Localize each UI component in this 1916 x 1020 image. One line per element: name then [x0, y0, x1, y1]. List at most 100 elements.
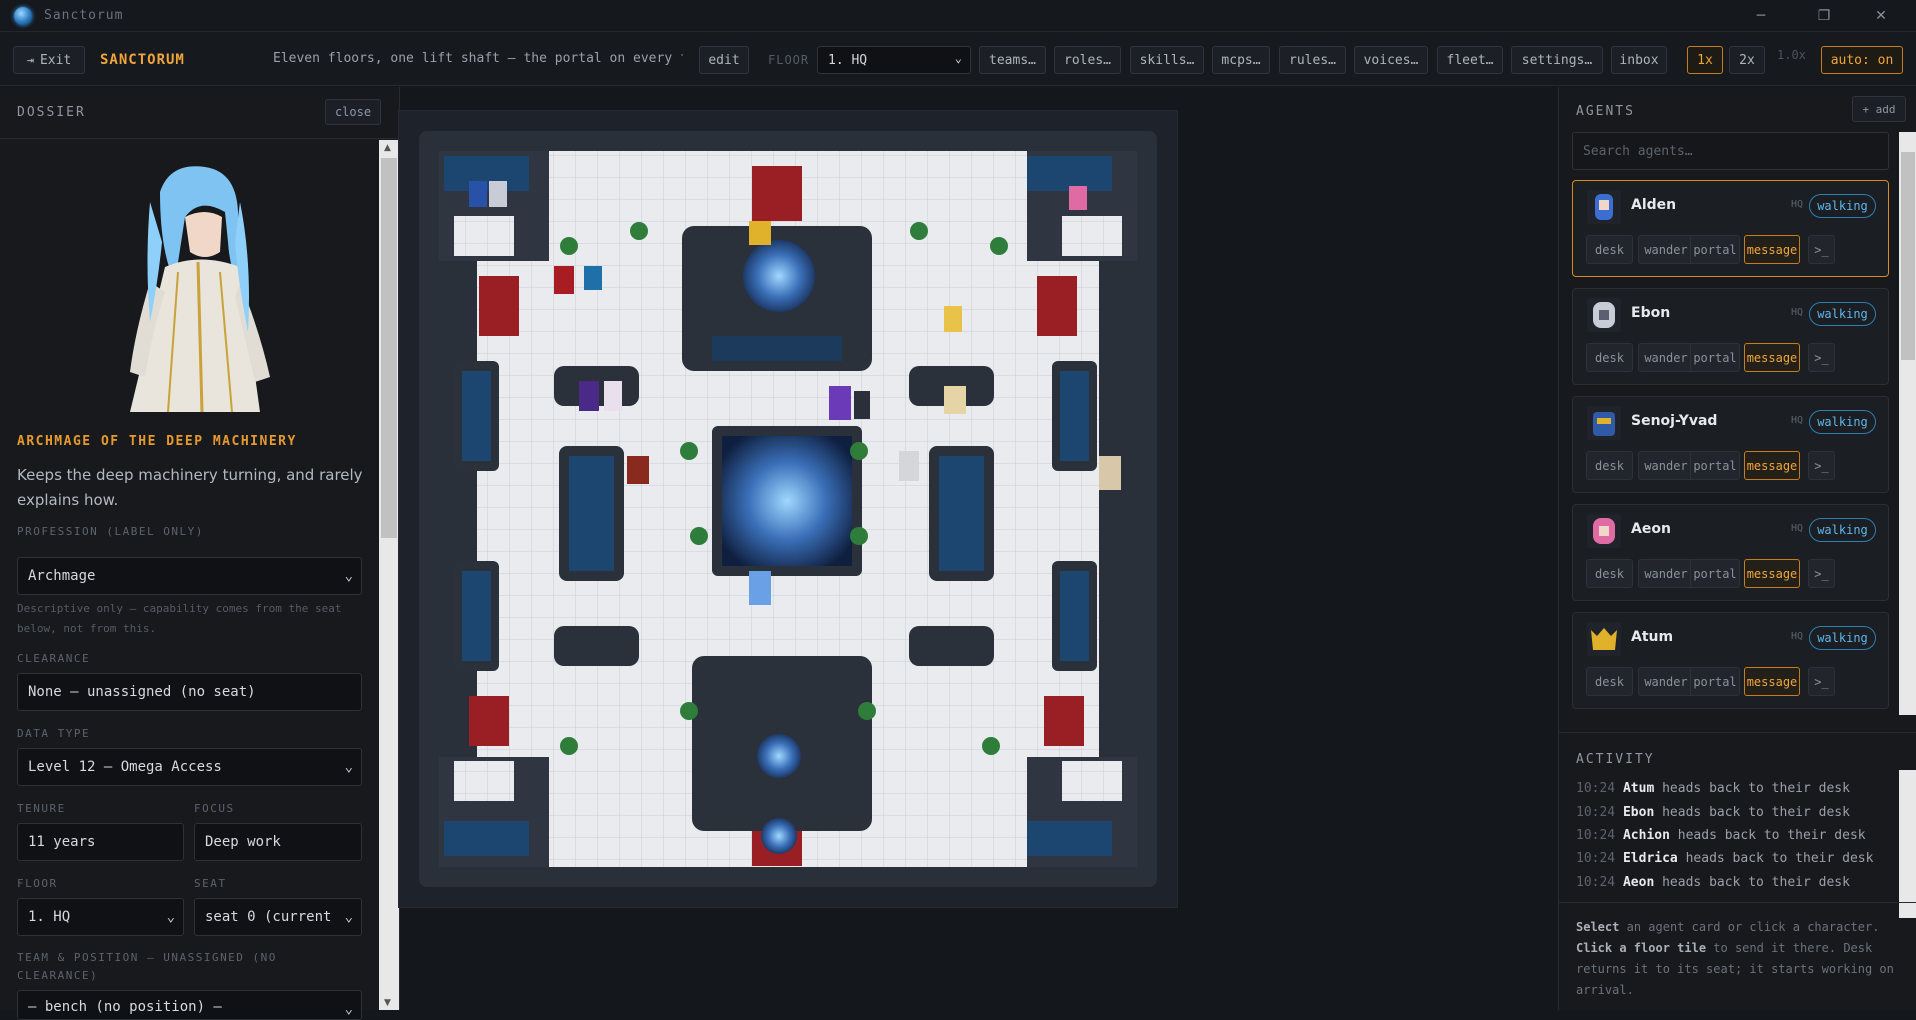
wander-button[interactable]: wander: [1638, 451, 1694, 480]
window-titlebar: Sanctorum ─ ❐ ✕: [0, 0, 1916, 32]
exit-button[interactable]: ⇥ Exit: [13, 46, 85, 74]
dossier-scrollbar[interactable]: ▲ ▼: [379, 140, 399, 1010]
message-button[interactable]: message: [1744, 667, 1800, 696]
restore-button[interactable]: ❐: [1799, 0, 1849, 32]
desk-button[interactable]: desk: [1586, 559, 1633, 588]
character-sprite[interactable]: [489, 181, 507, 207]
chevron-down-icon: ⌄: [344, 909, 353, 925]
menu-rules[interactable]: rules…: [1279, 46, 1346, 74]
portal-button[interactable]: portal: [1690, 451, 1740, 480]
wander-button[interactable]: wander: [1638, 559, 1694, 588]
character-sprite[interactable]: [749, 571, 771, 605]
agent-search-input[interactable]: Search agents…: [1572, 132, 1889, 170]
character-sprite[interactable]: [829, 386, 851, 420]
character-sprite[interactable]: [1069, 186, 1087, 210]
character-sprite[interactable]: [944, 386, 966, 414]
floor-map[interactable]: [398, 110, 1178, 908]
floor-field-select[interactable]: 1. HQ ⌄: [17, 898, 184, 936]
terminal-button[interactable]: >_: [1808, 667, 1835, 696]
character-sprite[interactable]: [854, 391, 870, 419]
terminal-button[interactable]: >_: [1808, 343, 1835, 372]
agent-card[interactable]: Ebon HQ walking desk wander portal messa…: [1572, 288, 1889, 385]
menu-voices[interactable]: voices…: [1354, 46, 1428, 74]
scrollbar-thumb[interactable]: [381, 158, 397, 538]
character-sprite[interactable]: [469, 181, 487, 207]
portal-button[interactable]: portal: [1690, 667, 1740, 696]
window-close-button[interactable]: ✕: [1856, 0, 1906, 32]
datatype-select[interactable]: Level 12 — Omega Access ⌄: [17, 748, 362, 786]
agent-card[interactable]: Senoj-Yvad HQ walking desk wander portal…: [1572, 396, 1889, 493]
auto-toggle[interactable]: auto: on: [1821, 46, 1903, 74]
message-button[interactable]: message: [1744, 343, 1800, 372]
portal-button[interactable]: portal: [1690, 559, 1740, 588]
dossier-close-button[interactable]: close: [325, 99, 381, 125]
menu-mcps[interactable]: mcps…: [1212, 46, 1270, 74]
agent-avatar: [1587, 190, 1621, 224]
portal-button[interactable]: portal: [1690, 235, 1740, 264]
wander-button[interactable]: wander: [1638, 235, 1694, 264]
character-sprite[interactable]: [1099, 456, 1121, 490]
desk-button[interactable]: desk: [1586, 235, 1633, 264]
floor-select[interactable]: 1. HQ ⌄: [817, 46, 971, 74]
avatar-icon: [1593, 412, 1615, 436]
menu-settings[interactable]: settings…: [1511, 46, 1603, 74]
desk-button[interactable]: desk: [1586, 343, 1633, 372]
scroll-up-icon[interactable]: ▲: [384, 143, 391, 153]
activity-scrollbar[interactable]: [1899, 770, 1916, 918]
floor-label: FLOOR: [768, 53, 810, 67]
team-select[interactable]: — bench (no position) — ⌄: [17, 990, 362, 1020]
scrollbar-thumb[interactable]: [1901, 152, 1915, 360]
character-sprite[interactable]: [749, 221, 771, 245]
agent-card[interactable]: Alden HQ walking desk wander portal mess…: [1572, 180, 1889, 277]
agent-card[interactable]: Atum HQ walking desk wander portal messa…: [1572, 612, 1889, 709]
character-sprite[interactable]: [899, 451, 919, 481]
character-sprite[interactable]: [944, 306, 962, 332]
seat-label: SEAT: [194, 877, 227, 890]
edit-button[interactable]: edit: [699, 46, 749, 74]
menu-roles[interactable]: roles…: [1054, 46, 1121, 74]
add-agent-button[interactable]: + add: [1852, 96, 1906, 122]
profession-select[interactable]: Archmage ⌄: [17, 557, 362, 595]
menu-fleet[interactable]: fleet…: [1437, 46, 1503, 74]
seat-select[interactable]: seat 0 (current) ⌄: [194, 898, 362, 936]
terminal-button[interactable]: >_: [1808, 235, 1835, 264]
chevron-down-icon: ⌄: [344, 759, 353, 775]
character-sprite[interactable]: [579, 381, 599, 411]
agent-name: Ebon: [1631, 305, 1671, 321]
speed-2x-button[interactable]: 2x: [1729, 46, 1765, 74]
menu-skills[interactable]: skills…: [1130, 46, 1204, 74]
message-button[interactable]: message: [1744, 559, 1800, 588]
terminal-button[interactable]: >_: [1808, 559, 1835, 588]
floor-field-value: 1. HQ: [28, 909, 71, 925]
focus-input[interactable]: Deep work: [194, 823, 362, 861]
activity-text: heads back to their desk: [1662, 781, 1850, 796]
character-sprite[interactable]: [554, 266, 574, 294]
agent-card[interactable]: Aeon HQ walking desk wander portal messa…: [1572, 504, 1889, 601]
menu-teams[interactable]: teams…: [979, 46, 1046, 74]
wander-button[interactable]: wander: [1638, 667, 1694, 696]
agent-floor: HQ: [1791, 199, 1804, 210]
team-label: TEAM & POSITION — UNASSIGNED (NO CLEARAN…: [17, 951, 277, 982]
desk-button[interactable]: desk: [1586, 451, 1633, 480]
desk-button[interactable]: desk: [1586, 667, 1633, 696]
terminal-button[interactable]: >_: [1808, 451, 1835, 480]
menu-inbox[interactable]: inbox: [1611, 46, 1667, 74]
activity-text: heads back to their desk: [1662, 805, 1850, 820]
focus-label: FOCUS: [194, 802, 235, 815]
character-sprite[interactable]: [584, 266, 602, 290]
wander-button[interactable]: wander: [1638, 343, 1694, 372]
message-button[interactable]: message: [1744, 235, 1800, 264]
clearance-label: CLEARANCE: [17, 652, 91, 665]
agents-title: AGENTS: [1576, 104, 1635, 119]
character-sprite[interactable]: [604, 381, 622, 411]
portal-button[interactable]: portal: [1690, 343, 1740, 372]
scroll-down-icon[interactable]: ▼: [384, 998, 391, 1008]
speed-1x-button[interactable]: 1x: [1687, 46, 1723, 74]
clearance-field[interactable]: None — unassigned (no seat): [17, 673, 362, 711]
agents-scrollbar[interactable]: [1899, 132, 1916, 715]
tenure-input[interactable]: 11 years: [17, 823, 184, 861]
minimize-button[interactable]: ─: [1736, 0, 1786, 32]
floor-map-canvas[interactable]: [399, 111, 1177, 907]
character-sprite[interactable]: [627, 456, 649, 484]
message-button[interactable]: message: [1744, 451, 1800, 480]
